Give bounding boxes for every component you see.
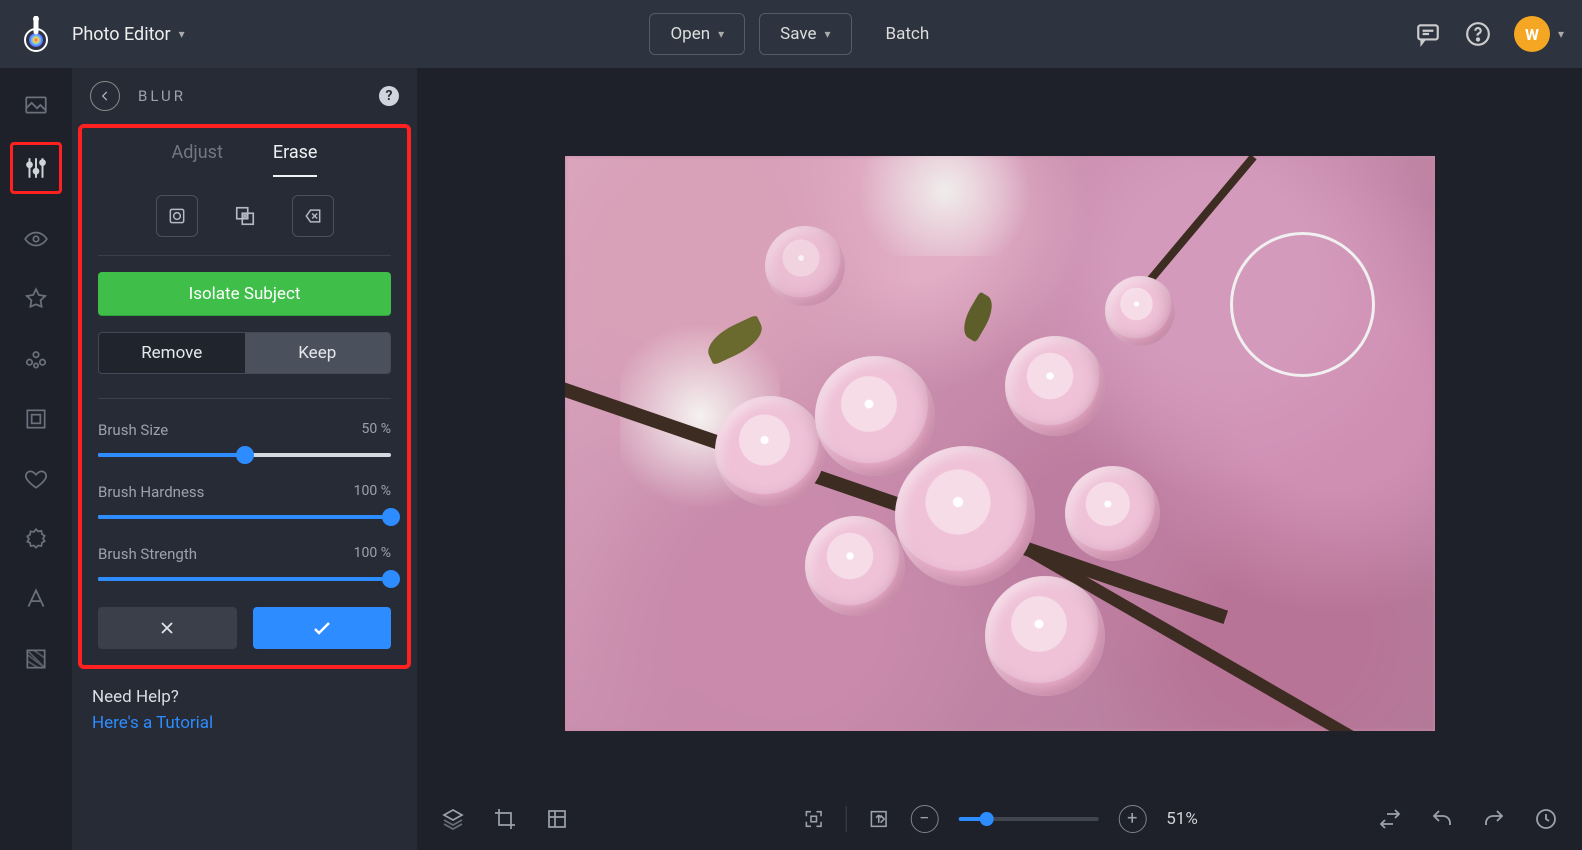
help-icon[interactable] <box>1464 20 1492 48</box>
canvas-image[interactable] <box>565 156 1435 731</box>
brush-hardness-slider[interactable]: Brush Hardness 100 % <box>98 483 391 519</box>
brush-strength-label: Brush Strength <box>98 545 197 563</box>
check-icon <box>310 616 334 640</box>
redo-icon[interactable] <box>1482 807 1506 831</box>
left-sidebar <box>0 68 72 850</box>
back-button[interactable] <box>90 81 120 111</box>
compare-icon[interactable] <box>1378 807 1402 831</box>
app-title-label: Photo Editor <box>72 24 171 45</box>
brush-strength-value: 100 % <box>354 545 391 563</box>
fit-screen-icon[interactable] <box>801 807 825 831</box>
account-menu[interactable]: W ▾ <box>1514 16 1564 52</box>
open-label: Open <box>670 24 710 44</box>
app-title-dropdown[interactable]: Photo Editor ▾ <box>72 24 185 45</box>
avatar: W <box>1514 16 1550 52</box>
sidebar-retouch-icon[interactable] <box>21 344 51 374</box>
crop-icon[interactable] <box>493 807 517 831</box>
brush-size-label: Brush Size <box>98 421 168 439</box>
isolate-label: Isolate Subject <box>189 284 301 304</box>
save-label: Save <box>780 24 816 44</box>
segment-remove[interactable]: Remove <box>99 333 245 373</box>
sidebar-eye-icon[interactable] <box>21 224 51 254</box>
brush-hardness-label: Brush Hardness <box>98 483 204 501</box>
sidebar-text-icon[interactable] <box>21 584 51 614</box>
mask-view-button[interactable] <box>156 195 198 237</box>
sidebar-adjust-highlight <box>10 142 62 194</box>
undo-icon[interactable] <box>1430 807 1454 831</box>
actual-size-icon[interactable] <box>866 807 890 831</box>
tutorial-link[interactable]: Here's a Tutorial <box>92 713 397 733</box>
sidebar-badge-icon[interactable] <box>21 524 51 554</box>
help-question: Need Help? <box>92 687 397 707</box>
layers-icon[interactable] <box>441 807 465 831</box>
isolate-subject-button[interactable]: Isolate Subject <box>98 272 391 316</box>
panel-tabs: Adjust Erase <box>82 128 407 177</box>
clear-mask-button[interactable] <box>292 195 334 237</box>
top-right-actions: W ▾ <box>1414 16 1564 52</box>
top-center-actions: Open ▾ Save ▾ Batch <box>649 13 949 55</box>
remove-keep-segment: Remove Keep <box>98 332 391 374</box>
batch-button[interactable]: Batch <box>866 13 950 55</box>
zoom-slider[interactable] <box>958 817 1098 821</box>
chevron-down-icon: ▾ <box>825 27 831 41</box>
sidebar-heart-icon[interactable] <box>21 464 51 494</box>
help-footer: Need Help? Here's a Tutorial <box>72 669 417 751</box>
grid-icon[interactable] <box>545 807 569 831</box>
brush-size-value: 50 % <box>362 421 391 439</box>
panel-title: BLUR <box>138 87 361 105</box>
cancel-button[interactable] <box>98 607 237 649</box>
tab-adjust[interactable]: Adjust <box>172 142 223 177</box>
bottom-toolbar: − + 51% <box>417 788 1582 850</box>
canvas-area: − + 51% <box>417 68 1582 850</box>
confirm-row <box>98 607 391 649</box>
save-button[interactable]: Save ▾ <box>759 13 851 55</box>
open-button[interactable]: Open ▾ <box>649 13 745 55</box>
feedback-icon[interactable] <box>1414 20 1442 48</box>
zoom-label: 51% <box>1166 809 1198 829</box>
apply-button[interactable] <box>253 607 392 649</box>
history-icon[interactable] <box>1534 807 1558 831</box>
sidebar-texture-icon[interactable] <box>21 644 51 674</box>
chevron-down-icon: ▾ <box>179 27 185 41</box>
app-logo <box>18 16 54 52</box>
sidebar-image-icon[interactable] <box>21 90 51 120</box>
zoom-out-button[interactable]: − <box>910 805 938 833</box>
avatar-letter: W <box>1525 25 1539 44</box>
tab-erase[interactable]: Erase <box>273 142 318 177</box>
brush-strength-slider[interactable]: Brush Strength 100 % <box>98 545 391 581</box>
panel-help-icon[interactable]: ? <box>379 86 399 106</box>
close-icon <box>157 618 177 638</box>
chevron-down-icon: ▾ <box>718 27 724 41</box>
panel-header: BLUR ? <box>72 68 417 124</box>
sidebar-sliders-icon[interactable] <box>21 153 51 183</box>
tool-panel: BLUR ? Adjust Erase Isolate Subject Remo… <box>72 68 417 850</box>
erase-tool-row <box>98 177 391 256</box>
brush-hardness-value: 100 % <box>354 483 391 501</box>
top-bar: Photo Editor ▾ Open ▾ Save ▾ Batch W ▾ <box>0 0 1582 68</box>
batch-label: Batch <box>886 24 930 44</box>
sidebar-star-icon[interactable] <box>21 284 51 314</box>
brush-sliders: Brush Size 50 % Brush Hardness 100 % Bru… <box>98 398 391 581</box>
brush-size-slider[interactable]: Brush Size 50 % <box>98 421 391 457</box>
highlighted-panel-area: Adjust Erase Isolate Subject Remove Keep… <box>78 124 411 669</box>
zoom-in-button[interactable]: + <box>1118 805 1146 833</box>
segment-keep[interactable]: Keep <box>245 333 391 373</box>
sidebar-frame-icon[interactable] <box>21 404 51 434</box>
invert-mask-button[interactable] <box>224 195 266 237</box>
chevron-down-icon: ▾ <box>1558 27 1564 41</box>
